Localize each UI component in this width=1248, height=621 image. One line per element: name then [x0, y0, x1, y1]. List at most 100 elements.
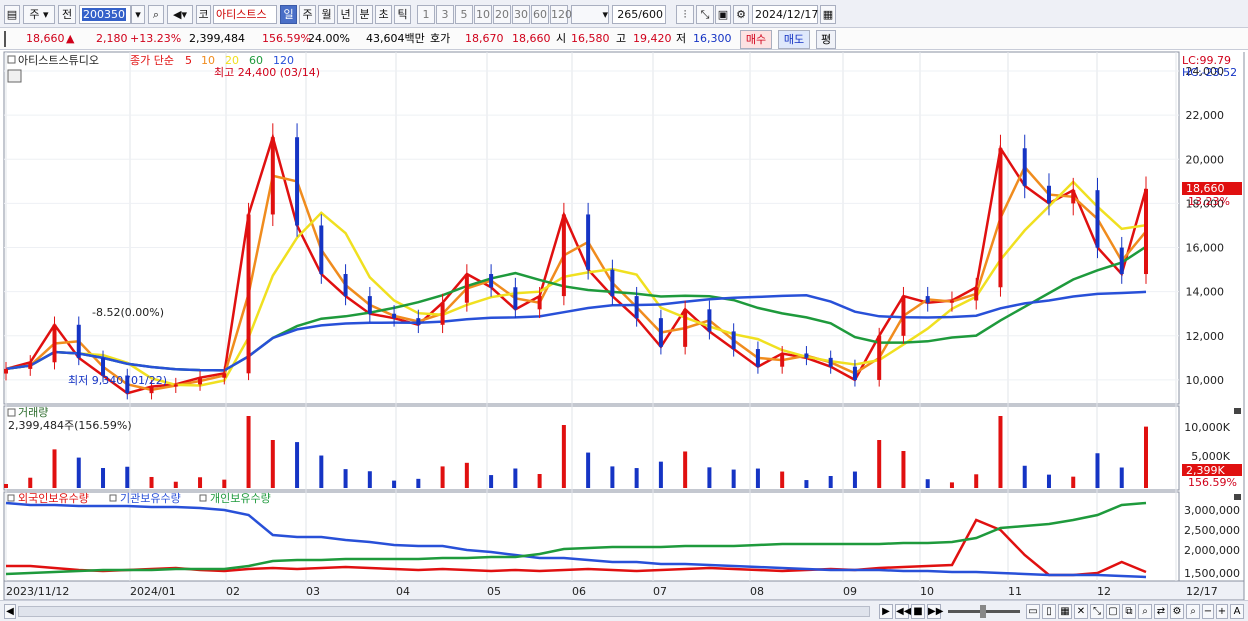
volume-bar: [367, 471, 372, 488]
low-label: 저: [676, 32, 687, 45]
volume-bar: [780, 471, 785, 488]
volume-tick-label: 5,000K: [1191, 450, 1230, 463]
code-input[interactable]: 200350: [79, 5, 131, 24]
timeframe-tab[interactable]: 초: [375, 5, 392, 24]
hoga-label: 호가: [430, 32, 451, 45]
volume-bar: [658, 461, 663, 488]
interval-button[interactable]: 1: [417, 5, 435, 24]
date-field[interactable]: 2024/12/17: [752, 5, 818, 24]
candle-body: [343, 274, 348, 297]
price-tick-label: 12,000: [1186, 330, 1225, 343]
timeframe-tab[interactable]: 분: [356, 5, 373, 24]
zoom-slider-handle[interactable]: [980, 605, 986, 618]
volume-bar: [246, 416, 251, 488]
turnover-rate: 24.00%: [308, 32, 350, 45]
timeframe-tab[interactable]: 일: [280, 5, 297, 24]
zoom-out-icon[interactable]: −: [1202, 604, 1214, 619]
holdings-legend-label: 기관보유수량: [120, 492, 181, 505]
volume-bar: [149, 476, 154, 488]
scroll-bar: ◀ ▶ ◀◀ ■ ▶▶ ▭ ▯ ▦ ✕ ⤡ ▢ ⧉ ⌕ ⇄ ⚙ ⌕ − + A: [0, 600, 1248, 621]
chart-svg[interactable]: 24,00022,00020,00018,00016,00014,00012,0…: [0, 50, 1248, 601]
grid-icon[interactable]: ▦: [1058, 604, 1072, 619]
holdings-tick-label: 2,500,000: [1184, 524, 1240, 537]
candle-body: [1144, 188, 1148, 275]
volume-bar: [4, 484, 8, 488]
interval-button[interactable]: 120: [550, 5, 572, 24]
stop-icon[interactable]: ■: [911, 604, 925, 619]
buy-button[interactable]: 매수: [740, 30, 772, 49]
layout-split-icon[interactable]: ▯: [1042, 604, 1056, 619]
bid-price: 18,660: [512, 32, 551, 45]
candle-body: [1071, 190, 1076, 204]
stock-name-field[interactable]: 아티스트스: [213, 5, 277, 24]
timeframe-tab[interactable]: 년: [337, 5, 354, 24]
price-tick-label: 10,000: [1186, 374, 1225, 387]
candle-body: [1022, 148, 1027, 186]
volume-bar: [925, 479, 930, 488]
candle-body: [198, 377, 203, 385]
hc-label: HC:-23.52: [1182, 66, 1237, 79]
zoom-icon[interactable]: ⌕: [1138, 604, 1152, 619]
holdings-close-icon[interactable]: [1234, 494, 1241, 500]
interval-button[interactable]: 10: [474, 5, 492, 24]
trend-icon[interactable]: ⤡: [1090, 604, 1104, 619]
chart-menu-icon[interactable]: ▤: [4, 5, 20, 24]
timeframe-tab[interactable]: 월: [318, 5, 335, 24]
volume-tick-label: 10,000K: [1184, 421, 1230, 434]
volume-close-icon[interactable]: [1234, 408, 1241, 414]
candle-body: [392, 313, 397, 319]
rewind-icon[interactable]: ◀◀: [895, 604, 911, 619]
speaker-icon[interactable]: ◀▾: [167, 5, 193, 24]
candle-body: [416, 318, 421, 325]
interval-button[interactable]: 3: [436, 5, 454, 24]
search-icon[interactable]: ⌕: [148, 5, 164, 24]
chart-area[interactable]: 24,000 22,000 20,000 18,000 16,000 14,000 12,0…: [0, 50, 1248, 601]
candle-body: [246, 214, 251, 374]
x-tick-label: 08: [750, 585, 764, 598]
interval-button[interactable]: 60: [531, 5, 549, 24]
candle-body: [149, 386, 154, 394]
fast-forward-icon[interactable]: ▶▶: [927, 604, 943, 619]
interval-button[interactable]: 30: [512, 5, 530, 24]
code-dropdown-icon[interactable]: ▾: [131, 5, 145, 24]
y-axis-labels: 24,00022,00020,00018,00016,00014,00012,0…: [1184, 65, 1240, 580]
candle-body: [634, 296, 639, 319]
interval-input[interactable]: ▾: [571, 5, 609, 24]
interval-button[interactable]: 5: [455, 5, 473, 24]
flat-button[interactable]: 평: [816, 30, 836, 49]
candle-body: [561, 214, 566, 297]
candle-body: [4, 368, 8, 374]
interval-button[interactable]: 20: [493, 5, 511, 24]
copy-icon[interactable]: ⧉: [1122, 604, 1136, 619]
scroll-left-icon[interactable]: ◀: [4, 604, 16, 619]
cross-icon[interactable]: ✕: [1074, 604, 1088, 619]
settings-icon[interactable]: ⚙: [1170, 604, 1184, 619]
rect-tool-icon[interactable]: ▢: [1106, 604, 1120, 619]
timeframe-tab[interactable]: 주: [299, 5, 316, 24]
scroll-track[interactable]: [18, 606, 870, 617]
candle-type-icon[interactable]: ⫶: [676, 5, 694, 24]
period-type-select[interactable]: 주 ▾: [23, 5, 55, 24]
magnify-icon[interactable]: ⌕: [1186, 604, 1200, 619]
line-tool-icon[interactable]: ⤡: [696, 5, 714, 24]
prev-button[interactable]: 전: [58, 5, 76, 24]
font-size-icon[interactable]: A: [1230, 604, 1244, 619]
candle-body: [489, 274, 494, 288]
volume-bar: [731, 469, 736, 488]
volume-bar: [998, 416, 1003, 488]
layout-icon[interactable]: ▭: [1026, 604, 1040, 619]
compare-icon[interactable]: ⇄: [1154, 604, 1168, 619]
save-icon[interactable]: ▣: [715, 5, 731, 24]
zoom-in-icon[interactable]: +: [1216, 604, 1228, 619]
calendar-icon[interactable]: ▦: [820, 5, 836, 24]
play-icon[interactable]: ▶: [879, 604, 893, 619]
table-toggle-icon[interactable]: [7, 69, 22, 83]
volume-bar: [755, 468, 760, 488]
volume-bar: [1095, 453, 1100, 488]
candle-body: [755, 349, 760, 367]
timeframe-tab[interactable]: 틱: [394, 5, 411, 24]
gear-icon[interactable]: ⚙: [733, 5, 749, 24]
sell-button[interactable]: 매도: [778, 30, 810, 49]
toolbar: ▤ 주 ▾ 전 200350 ▾ ⌕ ◀▾ 코 아티스트스 ▾ 265/600 …: [0, 0, 1248, 28]
count-field[interactable]: 265/600: [612, 5, 666, 24]
